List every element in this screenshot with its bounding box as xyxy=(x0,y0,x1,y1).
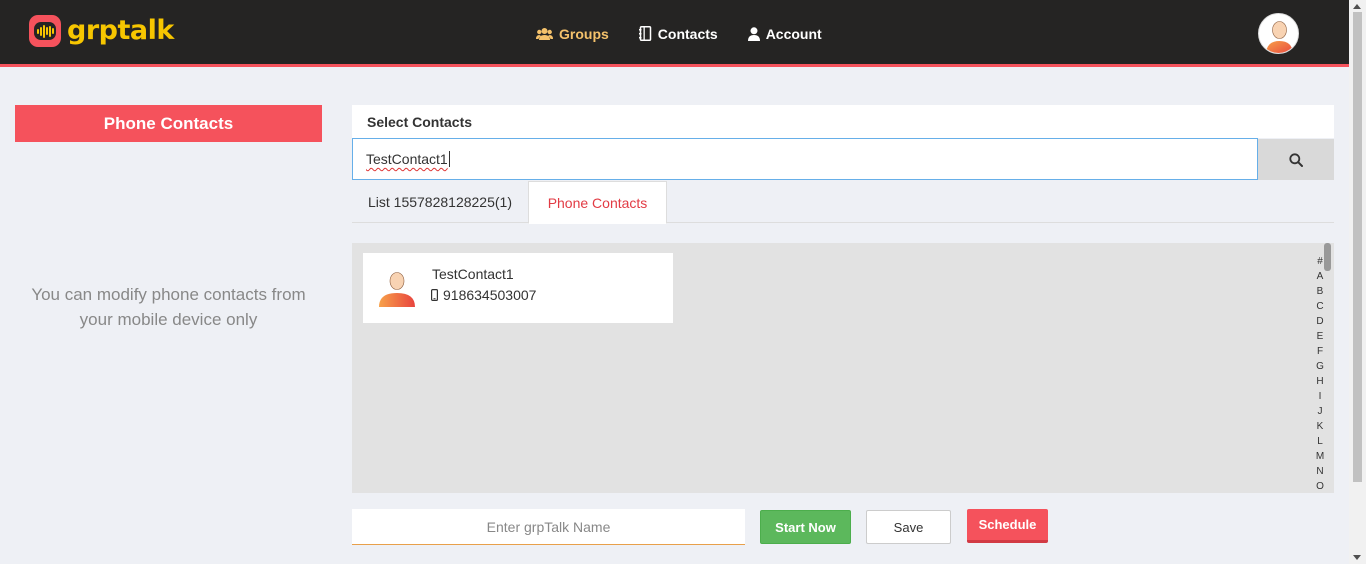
nav-groups-label: Groups xyxy=(559,25,609,42)
schedule-button[interactable]: Schedule xyxy=(967,509,1048,543)
nav-groups[interactable]: Groups xyxy=(536,26,609,42)
contact-card[interactable]: TestContact1 918634503007 xyxy=(363,253,673,323)
alpha-index-item[interactable]: M xyxy=(1316,449,1324,464)
alpha-index-item[interactable]: E xyxy=(1317,329,1324,344)
tab-list[interactable]: List 1557828128225(1) xyxy=(352,181,528,223)
contact-phone: 918634503007 xyxy=(431,287,536,303)
search-icon xyxy=(1289,152,1303,167)
contact-avatar-icon xyxy=(379,272,415,307)
scroll-up-arrow-icon[interactable] xyxy=(1353,4,1361,9)
alpha-index-item[interactable]: K xyxy=(1317,419,1324,434)
start-now-button[interactable]: Start Now xyxy=(760,510,851,544)
tab-phone-contacts[interactable]: Phone Contacts xyxy=(528,181,667,224)
nav-contacts-label: Contacts xyxy=(657,25,718,42)
alpha-index-item[interactable]: I xyxy=(1319,389,1322,404)
text-caret xyxy=(448,151,450,167)
alpha-index-item[interactable]: J xyxy=(1318,404,1323,419)
mobile-phone-icon xyxy=(431,289,438,301)
alpha-index-item[interactable]: B xyxy=(1317,284,1324,299)
alpha-index-item[interactable]: F xyxy=(1317,344,1323,359)
search-button[interactable] xyxy=(1258,139,1334,180)
contact-tabs: List 1557828128225(1) Phone Contacts xyxy=(352,181,1334,224)
alpha-index-item[interactable]: H xyxy=(1316,374,1323,389)
nav-account-label: Account xyxy=(765,25,822,42)
page-scrollbar[interactable] xyxy=(1349,0,1366,564)
alpha-index-item[interactable]: A xyxy=(1317,269,1324,284)
user-icon xyxy=(747,26,760,41)
app-logo[interactable]: grptalk xyxy=(29,15,174,47)
contact-phone-number: 918634503007 xyxy=(443,287,537,303)
nav-contacts[interactable]: Contacts xyxy=(638,25,718,42)
scrollbar-thumb[interactable] xyxy=(1353,12,1362,482)
alphabet-index: # A B C D E F G H I J K L M N O xyxy=(1313,254,1327,493)
contact-name: TestContact1 xyxy=(432,266,514,282)
contact-search-input[interactable]: TestContact1 xyxy=(352,138,1258,180)
sidebar-note: You can modify phone contacts from your … xyxy=(31,285,306,329)
search-input-value: TestContact1 xyxy=(366,151,448,167)
alpha-index-item[interactable]: L xyxy=(1317,434,1323,449)
alpha-index-item[interactable]: N xyxy=(1316,464,1323,479)
top-navbar: grptalk Groups Contacts Account xyxy=(0,0,1349,67)
tab-phone-contacts-label: Phone Contacts xyxy=(547,194,648,211)
save-button[interactable]: Save xyxy=(866,510,951,544)
sidebar-title: Phone Contacts xyxy=(15,105,322,142)
contacts-scrollbar-thumb[interactable] xyxy=(1324,243,1331,271)
users-icon xyxy=(536,27,553,40)
avatar-icon xyxy=(1266,21,1293,53)
select-contacts-heading: Select Contacts xyxy=(352,105,1334,138)
alpha-index-item[interactable]: D xyxy=(1316,314,1323,329)
alpha-index-item[interactable]: # xyxy=(1317,254,1323,269)
tab-list-label: List 1557828128225(1) xyxy=(367,194,512,210)
contacts-list-panel: TestContact1 918634503007 # A B C D E F … xyxy=(352,243,1334,493)
nav-account[interactable]: Account xyxy=(747,25,822,42)
address-book-icon xyxy=(638,26,652,41)
main-nav: Groups Contacts Account xyxy=(536,0,822,67)
logo-text: grptalk xyxy=(67,15,174,46)
alpha-index-item[interactable]: C xyxy=(1316,299,1323,314)
scroll-down-arrow-icon[interactable] xyxy=(1353,555,1361,560)
alpha-index-item[interactable]: O xyxy=(1316,479,1324,493)
grptalk-name-input[interactable]: Enter grpTalk Name xyxy=(352,509,745,545)
logo-icon xyxy=(29,15,61,47)
alpha-index-item[interactable]: G xyxy=(1316,359,1324,374)
profile-avatar[interactable] xyxy=(1258,13,1299,54)
